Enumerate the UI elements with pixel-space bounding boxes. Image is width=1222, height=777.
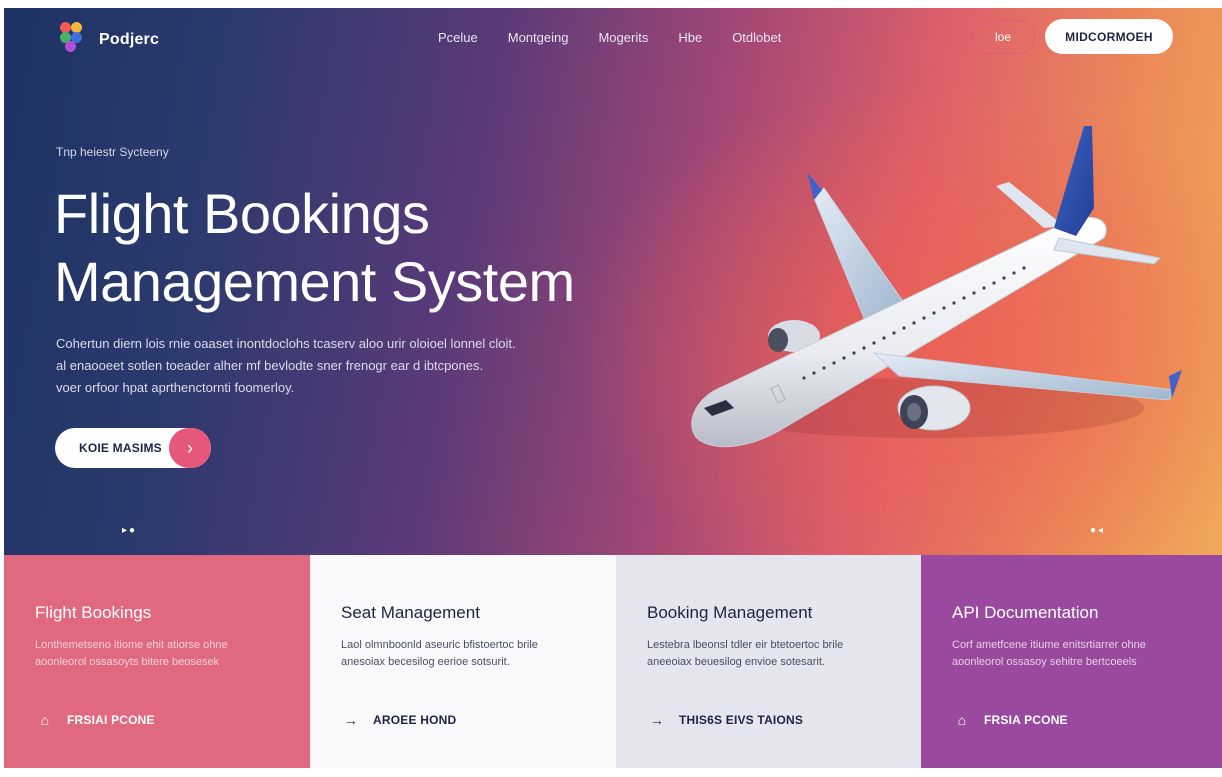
home-icon: ⌂ bbox=[957, 712, 967, 728]
card-link[interactable]: ⌂ FRSIA PCONE bbox=[952, 712, 1068, 728]
card-text: Lonthemetseno itiome ehit atiorse ohne a… bbox=[35, 637, 275, 671]
card-text-line-1: Lonthemetseno itiome ehit atiorse ohne bbox=[35, 639, 228, 651]
nav-link-1[interactable]: Pcelue bbox=[438, 30, 478, 45]
card-title: Flight Bookings bbox=[35, 603, 152, 622]
card-text-line-2: aoonleorol ossasoyts bitere beosesek bbox=[35, 656, 220, 668]
brand-name[interactable]: Podjerc bbox=[99, 31, 159, 49]
hero-title-line-1: Flight Bookings bbox=[54, 182, 430, 245]
home-icon: ⌂ bbox=[40, 712, 50, 728]
card-text-line-1: Corf ametfcene itiume enitsrtiarrer ohne bbox=[952, 639, 1146, 651]
hero-description-line-3: voer orfoor hpat aprthenctornti foomerlo… bbox=[56, 380, 295, 395]
card-title: API Documentation bbox=[952, 603, 1099, 622]
card-title: Booking Management bbox=[647, 603, 813, 622]
nav-link-2[interactable]: Montgeing bbox=[508, 30, 569, 45]
signup-button[interactable]: MIDCORMOEH bbox=[1045, 19, 1173, 54]
card-link-label: AROEE HOND bbox=[373, 713, 457, 727]
nav-links: Pcelue Montgeing Mogerits Hbe Otdlobet bbox=[438, 30, 811, 45]
brand-logo-icon[interactable] bbox=[60, 22, 86, 52]
carousel-prev-control[interactable]: ▸● bbox=[122, 525, 137, 536]
card-link-label: THIS6S EIVS TAIONS bbox=[679, 713, 804, 727]
nav-link-5[interactable]: Otdlobet bbox=[732, 30, 781, 45]
hero-description: Cohertun diern lois rnie oaaset inontdoc… bbox=[56, 333, 576, 399]
card-link-label: FRSIA PCONE bbox=[984, 713, 1068, 727]
arrow-right-icon: → bbox=[343, 712, 359, 728]
nav-link-3[interactable]: Mogerits bbox=[598, 30, 648, 45]
card-text-line-2: aneeoiax beuesilog envioe sotesarit. bbox=[647, 656, 825, 668]
card-link-label: FRSIAI PCONE bbox=[67, 713, 155, 727]
hero-section: Podjerc Pcelue Montgeing Mogerits Hbe Ot… bbox=[4, 8, 1222, 555]
feature-card-seat-management[interactable]: Seat Management Laol olmnboonld aseuric … bbox=[310, 555, 616, 768]
card-text: Laol olmnboonld aseuric bfistoertoc bril… bbox=[341, 637, 581, 671]
top-nav: Podjerc Pcelue Montgeing Mogerits Hbe Ot… bbox=[4, 8, 1222, 68]
card-link[interactable]: → AROEE HOND bbox=[341, 712, 456, 728]
hero-title: Flight Bookings Management System bbox=[54, 180, 694, 316]
arrow-right-icon: → bbox=[649, 712, 665, 728]
card-text-line-2: anesoiax becesilog eerioe sotsurit. bbox=[341, 656, 510, 668]
chevron-right-icon[interactable]: › bbox=[169, 428, 211, 468]
feature-card-booking-management[interactable]: Booking Management Lestebra lbeonsl tdle… bbox=[616, 555, 921, 768]
hero-cta-label: KOIE MASIMS bbox=[79, 441, 162, 455]
hero-cta-button[interactable]: KOIE MASIMS › bbox=[55, 428, 211, 468]
login-button[interactable]: loe bbox=[971, 20, 1035, 54]
feature-card-flight-bookings[interactable]: Flight Bookings Lonthemetseno itiome ehi… bbox=[4, 555, 310, 768]
card-link[interactable]: ⌂ FRSIAI PCONE bbox=[35, 712, 155, 728]
card-link[interactable]: → THIS6S EIVS TAIONS bbox=[647, 712, 803, 728]
carousel-next-control[interactable]: ●◂ bbox=[1090, 525, 1105, 536]
card-text-line-1: Laol olmnboonld aseuric bfistoertoc bril… bbox=[341, 639, 538, 651]
nav-link-4[interactable]: Hbe bbox=[678, 30, 702, 45]
hero-title-line-2: Management System bbox=[54, 250, 575, 313]
card-text-line-2: aoonleorol ossasoy sehitre bertcoeels bbox=[952, 656, 1137, 668]
hero-description-line-1: Cohertun diern lois rnie oaaset inontdoc… bbox=[56, 336, 516, 351]
hero-description-line-2: al enaooeet sotlen toeader alher mf bevl… bbox=[56, 358, 484, 373]
card-title: Seat Management bbox=[341, 603, 480, 622]
card-text: Lestebra lbeonsl tdler eir btetoertoc br… bbox=[647, 637, 887, 671]
card-text-line-1: Lestebra lbeonsl tdler eir btetoertoc br… bbox=[647, 639, 844, 651]
card-text: Corf ametfcene itiume enitsrtiarrer ohne… bbox=[952, 637, 1192, 671]
feature-card-api-documentation[interactable]: API Documentation Corf ametfcene itiume … bbox=[921, 555, 1222, 768]
feature-cards: Flight Bookings Lonthemetseno itiome ehi… bbox=[4, 555, 1222, 768]
page-frame: Podjerc Pcelue Montgeing Mogerits Hbe Ot… bbox=[4, 8, 1222, 768]
hero-eyebrow: Tnp heiestr Sycteeny bbox=[56, 145, 169, 159]
airplane-illustration bbox=[691, 126, 1182, 448]
